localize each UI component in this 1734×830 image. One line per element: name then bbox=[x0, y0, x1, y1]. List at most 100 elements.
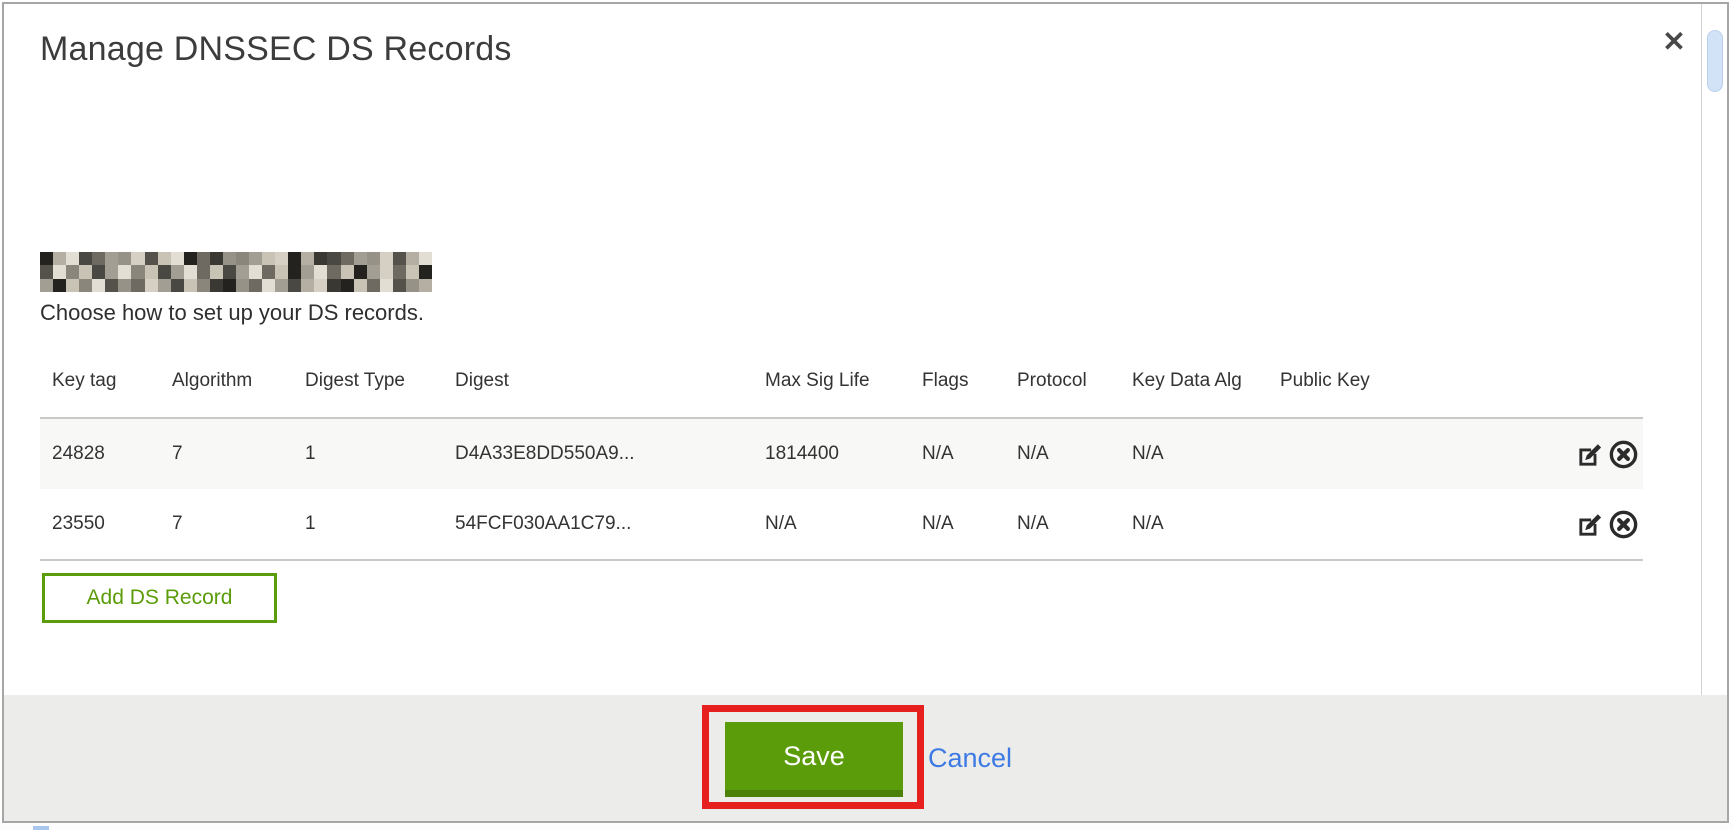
redacted-pixel bbox=[79, 252, 92, 265]
save-button[interactable]: Save bbox=[725, 722, 903, 797]
cell-flags: N/A bbox=[922, 419, 954, 489]
column-header-algorithm: Algorithm bbox=[172, 370, 252, 396]
add-ds-record-button[interactable]: Add DS Record bbox=[42, 573, 277, 623]
redacted-pixel bbox=[223, 252, 236, 265]
scrollbar-thumb[interactable] bbox=[1707, 30, 1723, 92]
redacted-pixel bbox=[275, 252, 288, 265]
redacted-pixel bbox=[197, 252, 210, 265]
cell-key-tag: 24828 bbox=[52, 419, 105, 489]
table-bottom-border bbox=[40, 559, 1643, 561]
redacted-pixel bbox=[393, 279, 406, 292]
redacted-pixel bbox=[210, 265, 223, 278]
redacted-pixel bbox=[210, 279, 223, 292]
redacted-pixel bbox=[40, 265, 53, 278]
redacted-pixel bbox=[66, 279, 79, 292]
redacted-pixel bbox=[341, 265, 354, 278]
cell-digest-type: 1 bbox=[305, 489, 316, 559]
redacted-pixel bbox=[66, 265, 79, 278]
redacted-pixel bbox=[419, 265, 432, 278]
cell-protocol: N/A bbox=[1017, 419, 1049, 489]
redacted-pixel bbox=[79, 265, 92, 278]
cell-key-data-alg: N/A bbox=[1132, 489, 1164, 559]
background-artifact bbox=[33, 826, 49, 830]
redacted-pixel bbox=[53, 252, 66, 265]
redacted-pixel bbox=[53, 265, 66, 278]
redacted-pixel bbox=[406, 279, 419, 292]
redacted-pixel bbox=[354, 265, 367, 278]
cell-protocol: N/A bbox=[1017, 489, 1049, 559]
background-page-strip bbox=[0, 824, 1734, 830]
modal-title: Manage DNSSEC DS Records bbox=[40, 30, 512, 69]
close-icon[interactable]: ✕ bbox=[1654, 22, 1694, 62]
redacted-pixel bbox=[236, 279, 249, 292]
redacted-pixel bbox=[66, 252, 79, 265]
redacted-pixel bbox=[262, 265, 275, 278]
redacted-pixel bbox=[341, 252, 354, 265]
cell-digest: D4A33E8DD550A9... bbox=[455, 419, 635, 489]
redacted-pixel bbox=[184, 279, 197, 292]
redacted-pixel bbox=[79, 279, 92, 292]
table-row: 2482871D4A33E8DD550A9...1814400N/AN/AN/A bbox=[40, 419, 1643, 489]
edit-record-icon[interactable] bbox=[1575, 509, 1606, 540]
redacted-pixel bbox=[301, 252, 314, 265]
redacted-pixel bbox=[223, 279, 236, 292]
redacted-pixel bbox=[92, 265, 105, 278]
cell-flags: N/A bbox=[922, 489, 954, 559]
redacted-pixel bbox=[288, 279, 301, 292]
redacted-pixel bbox=[105, 265, 118, 278]
delete-record-icon[interactable] bbox=[1608, 439, 1639, 470]
redacted-pixel bbox=[92, 252, 105, 265]
redacted-pixel bbox=[158, 265, 171, 278]
table-row: 235507154FCF030AA1C79...N/AN/AN/AN/A bbox=[40, 489, 1643, 559]
redacted-pixel bbox=[380, 279, 393, 292]
column-header-public-key: Public Key bbox=[1280, 370, 1370, 396]
redacted-pixel bbox=[327, 252, 340, 265]
redacted-pixel bbox=[327, 279, 340, 292]
redacted-pixel bbox=[275, 265, 288, 278]
redacted-pixel bbox=[145, 252, 158, 265]
cell-key-data-alg: N/A bbox=[1132, 419, 1164, 489]
redacted-pixel bbox=[288, 252, 301, 265]
redacted-pixel bbox=[380, 265, 393, 278]
redacted-pixel bbox=[40, 279, 53, 292]
redacted-pixel bbox=[53, 279, 66, 292]
cancel-link[interactable]: Cancel bbox=[928, 743, 1012, 774]
redacted-pixel bbox=[393, 265, 406, 278]
cell-max-sig-life: 1814400 bbox=[765, 419, 839, 489]
redacted-pixel bbox=[118, 265, 131, 278]
redacted-pixel bbox=[131, 252, 144, 265]
redacted-pixel bbox=[158, 279, 171, 292]
redacted-pixel bbox=[249, 265, 262, 278]
redacted-pixel bbox=[354, 252, 367, 265]
modal-footer: Save Cancel bbox=[4, 695, 1727, 821]
redacted-pixel bbox=[314, 279, 327, 292]
redacted-pixel bbox=[171, 279, 184, 292]
redacted-pixel bbox=[184, 252, 197, 265]
redacted-pixel bbox=[341, 279, 354, 292]
redacted-pixel bbox=[171, 265, 184, 278]
column-header-key-data-alg: Key Data Alg bbox=[1132, 370, 1242, 396]
modal-scrollbar[interactable] bbox=[1701, 4, 1727, 695]
redacted-pixel bbox=[223, 265, 236, 278]
column-header-max-sig-life: Max Sig Life bbox=[765, 370, 870, 396]
delete-record-icon[interactable] bbox=[1608, 509, 1639, 540]
redacted-pixel bbox=[393, 252, 406, 265]
redacted-pixel bbox=[367, 265, 380, 278]
cell-key-tag: 23550 bbox=[52, 489, 105, 559]
column-header-digest: Digest bbox=[455, 370, 509, 396]
redacted-pixel bbox=[131, 265, 144, 278]
manage-dnssec-modal: Manage DNSSEC DS Records ✕ Choose how to… bbox=[2, 2, 1729, 823]
cell-max-sig-life: N/A bbox=[765, 489, 797, 559]
cell-digest-type: 1 bbox=[305, 419, 316, 489]
column-header-flags: Flags bbox=[922, 370, 968, 396]
redacted-pixel bbox=[197, 265, 210, 278]
redacted-pixel bbox=[419, 252, 432, 265]
redacted-pixel bbox=[236, 265, 249, 278]
column-header-key-tag: Key tag bbox=[52, 370, 116, 396]
row-actions bbox=[1575, 489, 1639, 559]
edit-record-icon[interactable] bbox=[1575, 439, 1606, 470]
redacted-pixel bbox=[105, 279, 118, 292]
redacted-pixel bbox=[158, 252, 171, 265]
redacted-pixel bbox=[249, 279, 262, 292]
redacted-pixel bbox=[314, 252, 327, 265]
